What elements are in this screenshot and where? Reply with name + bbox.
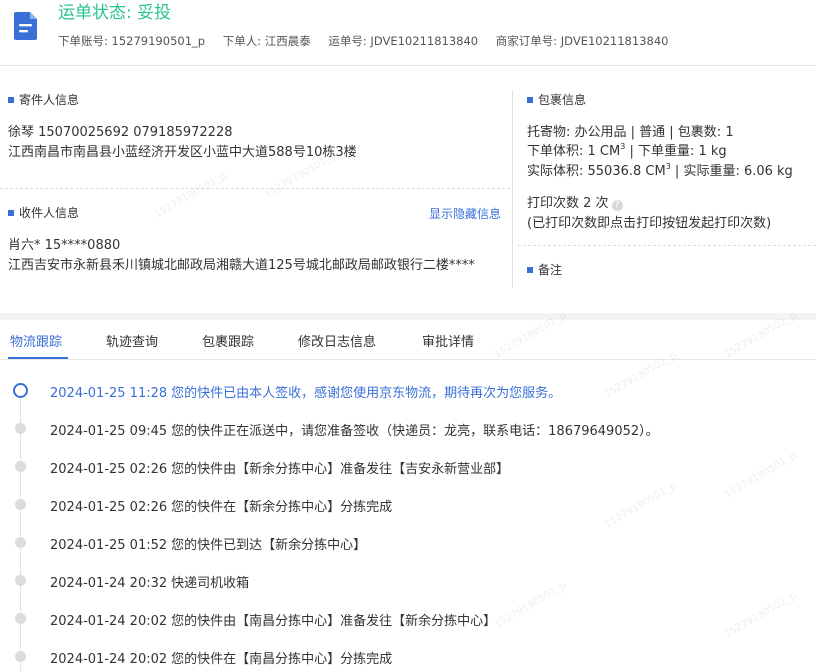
tab-approval-details[interactable]: 审批详情	[422, 331, 474, 350]
timeline-item: 2024-01-25 01:52 您的快件已到达【新余分拣中心】	[0, 518, 816, 556]
receiver-address: 江西吉安市永新县禾川镇城北邮政局湘赣大道125号城北邮政局邮政银行二楼****	[8, 258, 475, 273]
package-actual-volume: 实际体积: 55036.8 CM3 | 实际重量: 6.06 kg	[527, 162, 793, 179]
timeline-dot	[15, 499, 26, 510]
toggle-hidden-info-link[interactable]: 显示隐藏信息	[429, 205, 501, 222]
order-account: 下单账号: 15279190501_p	[58, 34, 206, 48]
timeline-dot	[15, 461, 26, 472]
timeline-item: 2024-01-24 20:32 快递司机收箱	[0, 556, 816, 594]
timeline-dot	[15, 575, 26, 586]
timeline-dot-current	[13, 383, 28, 398]
timeline-item: 2024-01-25 11:28 您的快件已由本人签收，感谢您使用京东物流，期待再…	[0, 366, 816, 404]
timeline-item: 2024-01-24 20:02 您的快件由【南昌分拣中心】准备发往【新余分拣中心…	[0, 594, 816, 632]
document-icon	[14, 12, 37, 40]
status-label: 运单状态:	[58, 3, 132, 23]
active-tab-indicator	[8, 357, 68, 359]
package-order-volume: 下单体积: 1 CM3 | 下单重量: 1 kg	[527, 142, 727, 159]
package-goods: 托寄物: 办公用品 | 普通 | 包裹数: 1	[527, 125, 734, 140]
divider	[518, 245, 816, 246]
sender-title: 寄件人信息	[8, 91, 79, 108]
tab-logistics-tracking[interactable]: 物流跟踪	[10, 331, 62, 350]
timeline-dot	[15, 651, 26, 662]
divider	[0, 188, 510, 189]
tab-change-log[interactable]: 修改日志信息	[298, 331, 376, 350]
tab-trajectory-query[interactable]: 轨迹查询	[106, 331, 158, 350]
timeline-item: 2024-01-25 02:26 您的快件由【新余分拣中心】准备发往【吉安永新营业…	[0, 442, 816, 480]
waybill-number: 运单号: JDVE10211813840	[328, 34, 479, 48]
package-title: 包裹信息	[527, 91, 586, 108]
info-panels: 寄件人信息 徐琴 15070025692 079185972228 江西南昌市南…	[0, 66, 816, 313]
orderer: 下单人: 江西晨泰	[222, 34, 311, 48]
status-value: 妥投	[137, 3, 172, 23]
timeline-dot	[15, 613, 26, 624]
help-icon[interactable]: ?	[611, 200, 623, 211]
merchant-order-number: 商家订单号: JDVE10211813840	[495, 34, 669, 48]
vertical-divider	[512, 90, 513, 288]
timeline-dot	[15, 423, 26, 434]
print-note: (已打印次数即点击打印按钮发起打印次数)	[527, 216, 772, 231]
timeline-item: 2024-01-25 09:45 您的快件正在派送中，请您准备签收（快递员：龙亮，…	[0, 404, 816, 442]
remarks-title: 备注	[527, 261, 562, 278]
receiver-contact: 肖六* 15****0880	[8, 238, 121, 253]
tab-bar: 物流跟踪 轨迹查询 包裹跟踪 修改日志信息 审批详情	[0, 320, 816, 360]
timeline-item: 2024-01-25 02:26 您的快件在【新余分拣中心】分拣完成	[0, 480, 816, 518]
timeline-item: 2024-01-24 20:02 您的快件在【南昌分拣中心】分拣完成	[0, 632, 816, 670]
waybill-header: 运单状态: 妥投 下单账号: 15279190501_p 下单人: 江西晨泰 运…	[0, 0, 816, 66]
tab-package-tracking[interactable]: 包裹跟踪	[202, 331, 254, 350]
tracking-timeline: 2024-01-25 11:28 您的快件已由本人签收，感谢您使用京东物流，期待再…	[0, 360, 816, 671]
print-count: 打印次数 2 次?	[527, 192, 623, 211]
section-separator	[0, 313, 816, 320]
waybill-status: 运单状态: 妥投	[58, 0, 171, 23]
sender-contact: 徐琴 15070025692 079185972228	[8, 125, 233, 140]
receiver-title: 收件人信息	[8, 204, 79, 221]
timeline-dot	[15, 537, 26, 548]
sender-address: 江西南昌市南昌县小蓝经济开发区小蓝中大道588号10栋3楼	[8, 145, 357, 160]
waybill-meta: 下单账号: 15279190501_p 下单人: 江西晨泰 运单号: JDVE1…	[58, 33, 682, 49]
